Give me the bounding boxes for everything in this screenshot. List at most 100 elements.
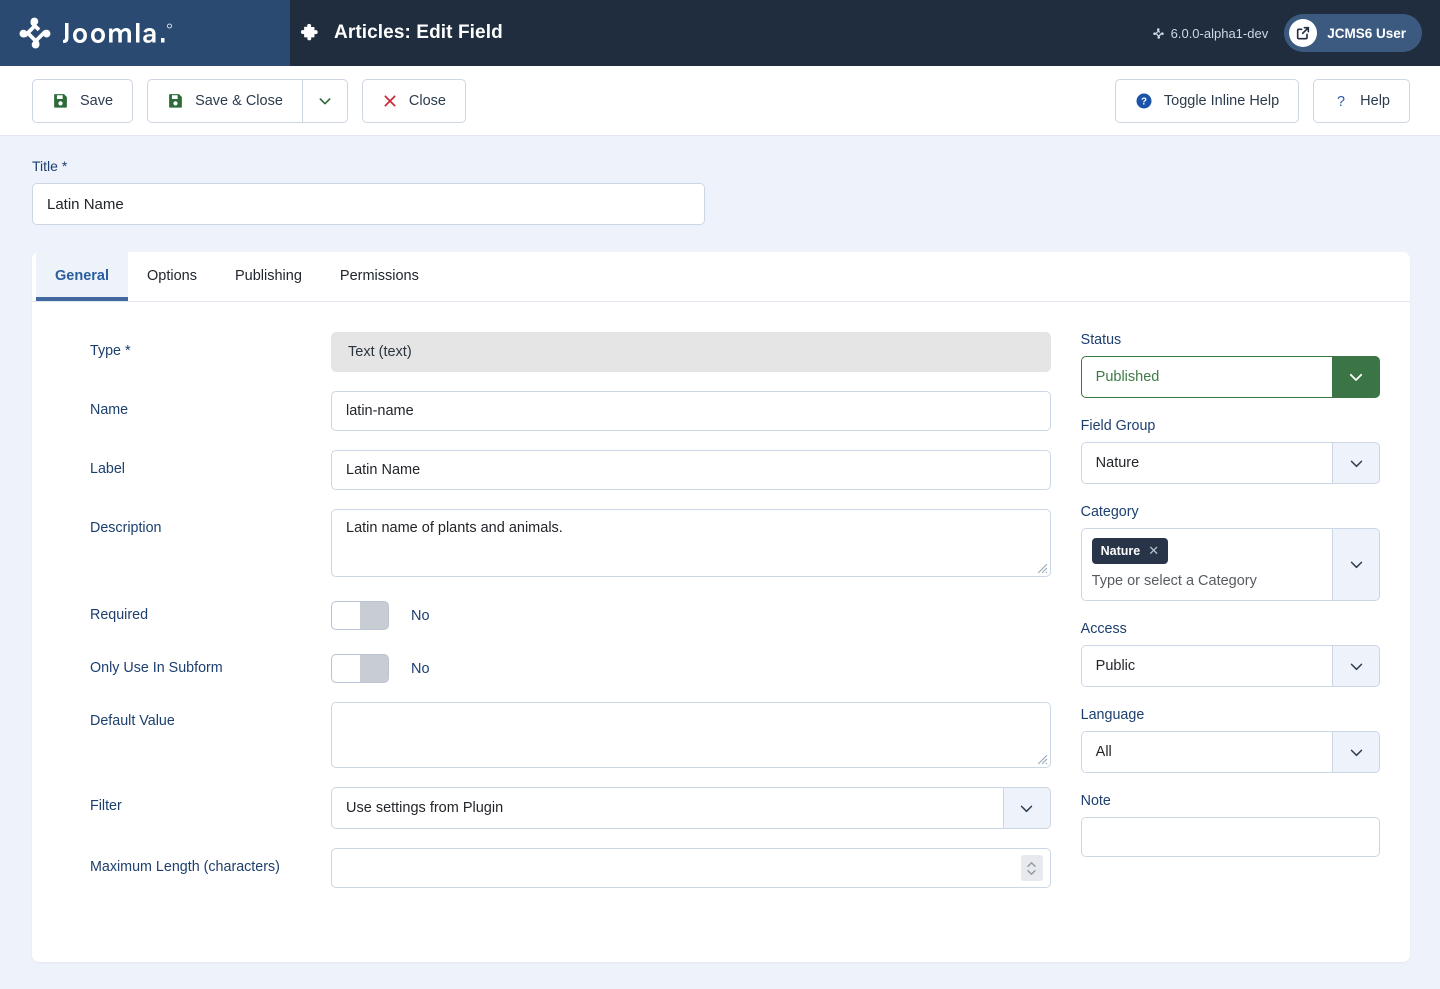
language-field: Language All: [1081, 707, 1380, 773]
max-length-label: Maximum Length (characters): [90, 848, 331, 875]
save-dropdown-toggle[interactable]: [302, 79, 348, 123]
status-field: Status Published: [1081, 332, 1380, 398]
tab-bar: General Options Publishing Permissions: [32, 252, 1410, 302]
category-label: Category: [1081, 504, 1380, 520]
tab-permissions[interactable]: Permissions: [321, 252, 438, 301]
access-field: Access Public: [1081, 621, 1380, 687]
chevron-down-icon: [1026, 869, 1037, 876]
label-label: Label: [90, 450, 331, 477]
filter-label: Filter: [90, 787, 331, 814]
close-button[interactable]: Close: [362, 79, 466, 123]
note-input[interactable]: [1081, 817, 1380, 857]
note-label: Note: [1081, 793, 1380, 809]
chevron-down-icon[interactable]: [1332, 731, 1380, 773]
default-value-textarea[interactable]: [331, 702, 1051, 768]
toggle-inline-help-label: Toggle Inline Help: [1164, 93, 1279, 109]
save-and-close-button[interactable]: Save & Close: [147, 79, 302, 123]
note-field: Note: [1081, 793, 1380, 857]
max-length-stepper[interactable]: [1021, 855, 1043, 881]
version-text: 6.0.0-alpha1-dev: [1171, 26, 1269, 41]
row-default-value: Default Value: [90, 702, 1051, 768]
chevron-down-icon[interactable]: [1332, 356, 1380, 398]
language-select[interactable]: All: [1081, 731, 1380, 773]
row-required: Required No: [90, 596, 1051, 630]
svg-text:?: ?: [1141, 96, 1147, 107]
category-select[interactable]: Nature ✕ Type or select a Category: [1081, 528, 1380, 601]
tab-general[interactable]: General: [36, 252, 128, 301]
toolbar-left: Save Save & Close: [32, 79, 466, 123]
row-description: Description Latin name of plants and ani…: [90, 509, 1051, 577]
filter-select[interactable]: Use settings from Plugin: [331, 787, 1051, 829]
status-select-value: Published: [1081, 356, 1332, 398]
header-main: Articles: Edit Field 6.0.0-alpha1-dev: [290, 0, 1440, 66]
version-info: 6.0.0-alpha1-dev: [1152, 26, 1269, 41]
only-subform-toggle[interactable]: [331, 654, 389, 683]
field-group-select[interactable]: Nature: [1081, 442, 1380, 484]
row-label: Label: [90, 450, 1051, 490]
status-select[interactable]: Published: [1081, 356, 1380, 398]
row-filter: Filter Use settings from Plugin: [90, 787, 1051, 829]
name-input[interactable]: [331, 391, 1051, 431]
page-title-group: Articles: Edit Field: [300, 22, 503, 44]
joomla-wordmark: [63, 20, 213, 46]
x-icon[interactable]: ✕: [1148, 543, 1159, 559]
toggle-inline-help-button[interactable]: ? Toggle Inline Help: [1115, 79, 1299, 123]
only-subform-toggle-knob: [332, 655, 360, 682]
chevron-down-icon[interactable]: [1003, 787, 1051, 829]
description-textarea[interactable]: Latin name of plants and animals.: [331, 509, 1051, 577]
row-name: Name: [90, 391, 1051, 431]
row-type: Type * Text (text): [90, 332, 1051, 372]
row-max-length: Maximum Length (characters): [90, 848, 1051, 888]
title-field-group: Title *: [32, 158, 1410, 225]
type-value: Text (text): [331, 332, 1051, 372]
save-button[interactable]: Save: [32, 79, 133, 123]
chevron-down-icon: [317, 93, 333, 109]
x-icon: [382, 93, 398, 109]
chevron-down-icon[interactable]: [1332, 528, 1380, 601]
category-chip[interactable]: Nature ✕: [1092, 538, 1169, 564]
required-toggle-knob: [332, 602, 360, 629]
description-label: Description: [90, 509, 331, 536]
save-close-button-group: Save & Close: [147, 79, 348, 123]
save-and-close-label: Save & Close: [195, 93, 283, 109]
joomla-logo-icon[interactable]: [16, 14, 213, 52]
brand-area[interactable]: [0, 0, 290, 66]
chevron-down-icon[interactable]: [1332, 442, 1380, 484]
category-placeholder: Type or select a Category: [1092, 573, 1322, 589]
title-input[interactable]: [32, 183, 705, 225]
max-length-input[interactable]: [331, 848, 1051, 888]
chevron-up-icon: [1026, 861, 1037, 868]
label-input[interactable]: [331, 450, 1051, 490]
required-toggle[interactable]: [331, 601, 389, 630]
svg-text:?: ?: [1337, 93, 1345, 109]
external-link-icon: [1289, 19, 1317, 47]
chevron-down-icon[interactable]: [1332, 645, 1380, 687]
access-label: Access: [1081, 621, 1380, 637]
field-group-select-value: Nature: [1081, 442, 1332, 484]
header-right: 6.0.0-alpha1-dev JCMS6 User: [1152, 14, 1422, 52]
only-subform-label: Only Use In Subform: [90, 649, 331, 676]
sidebar-column: Status Published Field Group Nature: [1081, 332, 1380, 907]
tab-publishing[interactable]: Publishing: [216, 252, 321, 301]
floppy-disk-icon: [167, 92, 184, 109]
field-group-field: Field Group Nature: [1081, 418, 1380, 484]
category-field: Category Nature ✕ Type or select a Categ…: [1081, 504, 1380, 601]
only-subform-toggle-value: No: [411, 661, 430, 677]
field-group-label: Field Group: [1081, 418, 1380, 434]
tab-options[interactable]: Options: [128, 252, 216, 301]
language-label: Language: [1081, 707, 1380, 723]
joomla-mark-icon: [16, 14, 54, 52]
card-body: Type * Text (text) Name Label: [32, 302, 1410, 962]
user-menu-button[interactable]: JCMS6 User: [1284, 14, 1422, 52]
toolbar-right: ? Toggle Inline Help ? Help: [1115, 79, 1410, 123]
category-token-box[interactable]: Nature ✕ Type or select a Category: [1081, 528, 1332, 601]
help-button[interactable]: ? Help: [1313, 79, 1410, 123]
required-toggle-value: No: [411, 608, 430, 624]
title-field-label: Title *: [32, 158, 1410, 174]
access-select[interactable]: Public: [1081, 645, 1380, 687]
name-label: Name: [90, 391, 331, 418]
page-body: Title * General Options Publishing Permi…: [0, 136, 1440, 962]
type-label: Type *: [90, 332, 331, 359]
required-label: Required: [90, 596, 331, 623]
status-label: Status: [1081, 332, 1380, 348]
